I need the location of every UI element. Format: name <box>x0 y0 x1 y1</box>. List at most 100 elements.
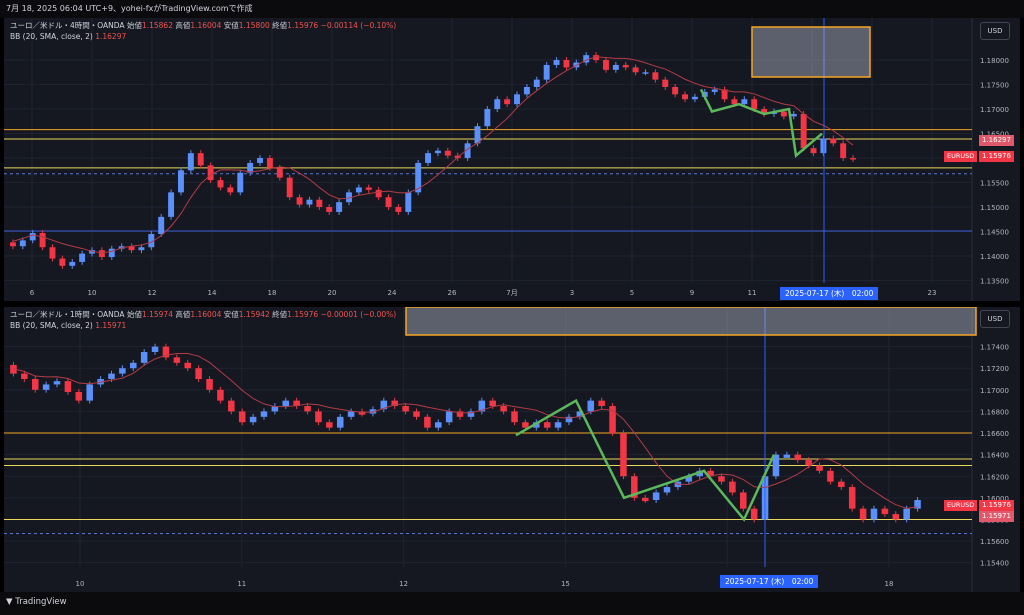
candle <box>783 454 791 458</box>
chart-pane-1h[interactable]: 1.17400 1.17200 1.17000 1.16800 1.16600 1.164… <box>4 307 1020 592</box>
candle <box>266 158 273 168</box>
indicator-legend[interactable]: BB (20, SMA, close, 2) 1.15971 <box>10 320 126 331</box>
candle <box>850 158 857 160</box>
candle <box>9 242 16 247</box>
open-label: 始値 <box>126 310 142 319</box>
candle <box>79 253 86 262</box>
candle <box>780 111 787 117</box>
candle <box>64 381 72 392</box>
candle <box>237 172 244 193</box>
candle <box>286 177 293 198</box>
indicator-value: 1.16297 <box>95 32 127 41</box>
candle <box>553 60 560 65</box>
candle <box>816 465 823 471</box>
candle <box>228 400 235 412</box>
crosshair-time-label: 2025-07-17 (木) 02:00 <box>720 575 819 588</box>
high-value: 1.16004 <box>190 21 222 30</box>
y-tick-label: 1.17400 <box>980 344 1009 352</box>
y-tick-label: 1.17200 <box>980 365 1009 373</box>
change-value: −0.00001 (−0.00%) <box>320 310 397 319</box>
candle <box>620 433 627 477</box>
y-tick-label: 1.16800 <box>980 408 1009 416</box>
x-tick-label: 11 <box>237 580 246 588</box>
bb-price-tag: 1.15971 <box>979 511 1014 522</box>
symbol-tag: EURUSD <box>944 500 978 511</box>
low-label: 安値 <box>223 21 239 30</box>
candle <box>59 258 66 266</box>
y-tick-label: 1.15400 <box>980 560 1009 568</box>
candle <box>173 357 181 363</box>
tradingview-logo[interactable]: ▼ TradingView <box>6 597 67 607</box>
candle <box>217 180 224 188</box>
candle <box>304 406 311 412</box>
bollinger-band-line <box>12 56 854 254</box>
candle <box>19 240 26 247</box>
x-tick-label: 3 <box>570 289 574 297</box>
candle <box>197 153 204 166</box>
x-tick-label: 10 <box>88 289 97 297</box>
candle <box>336 416 344 428</box>
candle <box>276 167 283 178</box>
low-label: 安値 <box>223 310 239 319</box>
candle <box>751 99 758 110</box>
crosshair-time-label: 2025-07-17 (木) 02:00 <box>780 287 879 300</box>
candle <box>53 381 61 385</box>
candle <box>563 60 570 68</box>
candle <box>75 391 83 401</box>
chart-pane-4h[interactable]: 1.180001.175001.170001.165001.160001.155… <box>4 18 1020 301</box>
candle <box>750 508 758 520</box>
candle <box>405 192 412 212</box>
candle <box>840 143 847 159</box>
candle <box>98 250 105 258</box>
candle <box>402 406 409 412</box>
y-tick-label: 1.14000 <box>980 253 1009 261</box>
candle <box>794 454 801 461</box>
candle <box>820 138 827 154</box>
candle <box>326 422 333 428</box>
top-bar: 7月 18, 2025 06:04 UTC+9、yohei-fxがTrading… <box>0 0 1024 18</box>
candle <box>108 373 115 380</box>
candle <box>385 197 392 208</box>
candle <box>484 109 491 127</box>
y-tick-label: 1.17000 <box>980 387 1009 395</box>
candle <box>413 411 420 417</box>
candle <box>296 197 303 205</box>
indicator-legend[interactable]: BB (20, SMA, close, 2) 1.16297 <box>10 31 126 42</box>
candle <box>217 389 224 401</box>
y-tick-label: 1.17000 <box>980 106 1009 114</box>
brand-name: TradingView <box>15 597 67 607</box>
candle <box>178 170 184 193</box>
close-label: 終値 <box>272 21 288 30</box>
high-value: 1.16004 <box>190 310 222 319</box>
candle <box>257 158 263 163</box>
candle <box>260 411 268 417</box>
candle <box>881 508 889 515</box>
candle <box>603 60 609 70</box>
x-tick-label: 20 <box>328 289 337 297</box>
candle <box>642 72 649 74</box>
candle <box>119 368 126 374</box>
candle <box>632 67 639 73</box>
footer: ▼ TradingView <box>0 592 1024 615</box>
x-tick-label: 6 <box>30 289 35 297</box>
candle <box>195 368 202 380</box>
candle <box>86 384 93 401</box>
candle <box>522 422 529 428</box>
candle <box>238 411 246 423</box>
chart-4h-canvas[interactable]: 1.180001.175001.170001.165001.160001.155… <box>4 18 1020 301</box>
candle <box>130 362 137 369</box>
candle <box>810 148 817 154</box>
chart-1h-canvas[interactable]: 1.17400 1.17200 1.17000 1.16800 1.16600 1.164… <box>4 307 1020 592</box>
range-box <box>405 307 977 336</box>
candle <box>848 487 856 509</box>
candle <box>29 233 36 241</box>
candle <box>206 379 213 390</box>
candle <box>838 481 845 488</box>
candle <box>336 202 343 212</box>
candle <box>306 199 313 205</box>
x-tick-label: 5 <box>630 289 634 297</box>
currency-button[interactable]: USD <box>980 22 1010 40</box>
candle <box>151 346 159 353</box>
candle <box>184 362 191 369</box>
currency-button[interactable]: USD <box>980 310 1010 328</box>
